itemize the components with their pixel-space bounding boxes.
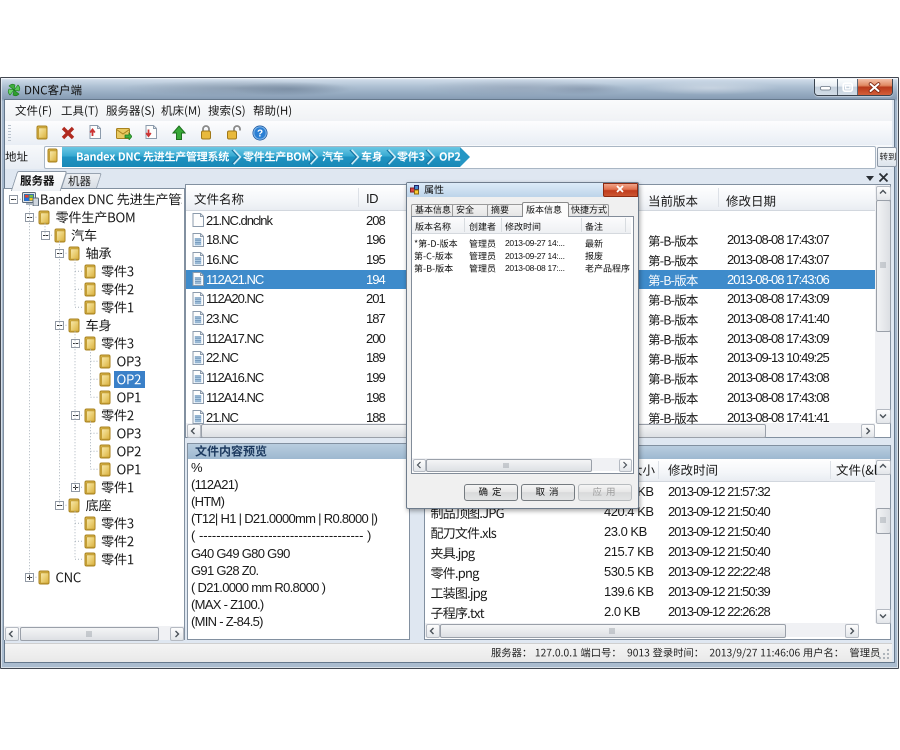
svg-text:?: ? [257, 128, 263, 139]
